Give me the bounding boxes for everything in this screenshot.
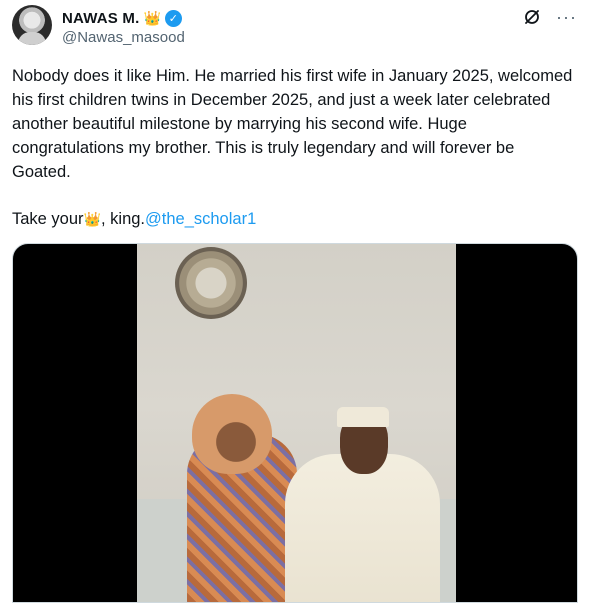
wall-clock-image bbox=[175, 247, 247, 319]
take-prefix: Take your bbox=[12, 210, 84, 228]
display-name[interactable]: NAWAS M. bbox=[62, 10, 139, 27]
mention-link[interactable]: @the_scholar1 bbox=[145, 207, 256, 231]
verified-badge-icon: ✓ bbox=[164, 9, 182, 27]
author-handle[interactable]: @Nawas_masood bbox=[62, 29, 185, 46]
video-frame bbox=[137, 244, 456, 602]
video-media[interactable] bbox=[12, 243, 578, 603]
woman-head bbox=[192, 394, 272, 474]
tweet-text: Nobody does it like Him. He married his … bbox=[12, 67, 577, 181]
tweet-text-line-2: Take your 👑 , king. @the_scholar1 bbox=[12, 207, 256, 231]
crown-emoji: 👑 bbox=[143, 10, 161, 26]
ellipsis-icon[interactable]: ··· bbox=[556, 8, 577, 26]
tweet-top-actions: ··· bbox=[522, 7, 577, 27]
take-suffix: , king. bbox=[100, 210, 146, 228]
crown-emoji-inline: 👑 bbox=[83, 211, 101, 227]
grok-icon[interactable] bbox=[522, 7, 542, 27]
man-figure bbox=[285, 454, 440, 602]
tweet-card: NAWAS M. 👑 ✓ @Nawas_masood ··· Nobody do… bbox=[0, 0, 599, 603]
avatar[interactable] bbox=[12, 5, 52, 45]
author-name-row: NAWAS M. 👑 ✓ bbox=[62, 8, 182, 28]
man-cap bbox=[337, 407, 389, 427]
